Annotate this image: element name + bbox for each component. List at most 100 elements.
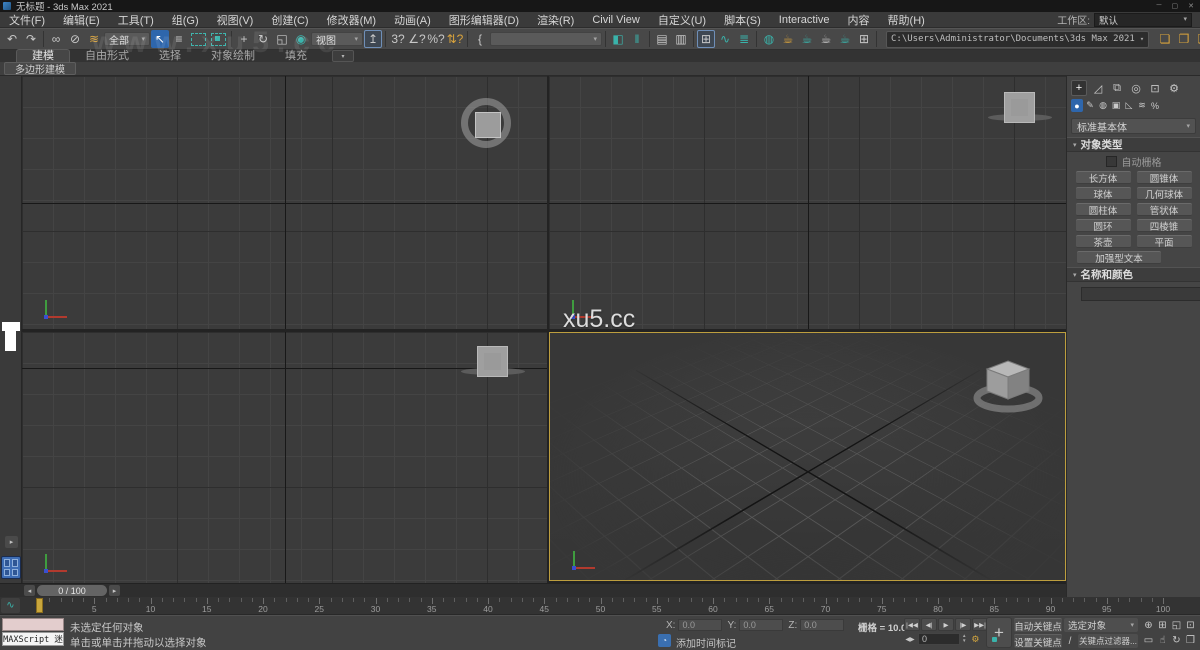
close-button[interactable]: ✕ bbox=[1188, 2, 1194, 10]
time-slider-track[interactable]: ◂ 0 / 100 ▸ bbox=[0, 583, 1066, 597]
hierarchy-tab[interactable]: ⧉ bbox=[1109, 80, 1125, 96]
layout-flyout-arrow-icon[interactable]: ▸ bbox=[5, 536, 18, 548]
macro-recorder-field[interactable] bbox=[2, 618, 64, 631]
menu-item[interactable]: 编辑(E) bbox=[54, 12, 109, 28]
next-key-button[interactable]: ▸ bbox=[109, 585, 120, 596]
zoom-all-icon[interactable]: ⊞ bbox=[1156, 618, 1169, 632]
systems-category[interactable]: % bbox=[1149, 99, 1161, 112]
viewport-layout-tab-icon[interactable] bbox=[1, 556, 21, 579]
bind-to-space-warp-icon[interactable]: ≋ bbox=[85, 30, 103, 48]
set-keys-button[interactable]: + bbox=[986, 617, 1012, 648]
primitive-button[interactable]: 几何球体 bbox=[1137, 187, 1192, 200]
layer-manager-icon[interactable]: ▤ bbox=[653, 30, 671, 48]
pan-icon[interactable]: ☝ bbox=[1156, 633, 1169, 647]
viewcube[interactable] bbox=[461, 344, 525, 388]
angle-snap-icon[interactable]: ∠? bbox=[408, 30, 426, 48]
x-coordinate-field[interactable]: 0.0 bbox=[678, 619, 722, 631]
autogrid-checkbox[interactable] bbox=[1106, 156, 1117, 167]
menu-item[interactable]: 图形编辑器(D) bbox=[440, 12, 528, 28]
display-tab[interactable]: ⊡ bbox=[1147, 80, 1163, 96]
primitive-category-dropdown[interactable]: 标准基本体 ▾ bbox=[1071, 118, 1196, 134]
object-name-input[interactable] bbox=[1081, 287, 1200, 301]
viewcube[interactable] bbox=[457, 94, 521, 158]
absolute-offset-icon[interactable] bbox=[650, 620, 664, 633]
select-and-rotate-icon[interactable]: ↻ bbox=[254, 30, 272, 48]
spinner-snap-icon[interactable]: ⇅? bbox=[446, 30, 464, 48]
percent-snap-icon[interactable]: %? bbox=[427, 30, 445, 48]
primitive-button[interactable]: 平面 bbox=[1137, 235, 1192, 248]
menu-item[interactable]: 工具(T) bbox=[109, 12, 163, 28]
set-key-button[interactable]: 设置关键点 bbox=[1014, 634, 1062, 648]
viewcube[interactable] bbox=[988, 90, 1052, 134]
ribbon-tab[interactable]: 填充 bbox=[270, 50, 322, 62]
ribbon-tab[interactable]: 对象绘制 bbox=[196, 50, 270, 62]
unlink-selection-icon[interactable]: ⊘ bbox=[66, 30, 84, 48]
minimize-button[interactable]: ─ bbox=[1157, 2, 1162, 10]
time-tag-label[interactable]: 添加时间标记 bbox=[676, 635, 736, 650]
menu-item[interactable]: 组(G) bbox=[163, 12, 208, 28]
zoom-extents-icon[interactable]: ◱ bbox=[1170, 618, 1183, 632]
maximize-button[interactable]: ▢ bbox=[1172, 2, 1179, 10]
reference-coordinate-dropdown[interactable]: 视图▾ bbox=[311, 32, 363, 46]
auto-key-button[interactable]: 自动关键点 bbox=[1014, 618, 1062, 632]
select-and-move-icon[interactable]: + bbox=[235, 30, 253, 48]
render-in-cloud-icon[interactable]: ☕ bbox=[836, 30, 854, 48]
zoom-icon[interactable]: ⊕ bbox=[1142, 618, 1155, 632]
menu-item[interactable]: Civil View bbox=[583, 14, 648, 26]
ribbon-minimize-icon[interactable]: ▾ bbox=[332, 50, 354, 62]
render-setup-icon[interactable]: ☕ bbox=[779, 30, 797, 48]
align-icon[interactable]: ‖ bbox=[628, 30, 646, 48]
mirror-icon[interactable]: ◧ bbox=[609, 30, 627, 48]
zoom-region-icon[interactable]: ▭ bbox=[1142, 633, 1155, 647]
primitive-button[interactable]: 长方体 bbox=[1076, 171, 1131, 184]
zoom-extents-all-icon[interactable]: ⊡ bbox=[1184, 618, 1197, 632]
menu-item[interactable]: 帮助(H) bbox=[879, 12, 934, 28]
menu-item[interactable]: 内容 bbox=[839, 12, 879, 28]
primitive-button[interactable]: 四棱锥 bbox=[1137, 219, 1192, 232]
helpers-category[interactable]: ◺ bbox=[1123, 99, 1135, 112]
primitive-button[interactable]: 圆柱体 bbox=[1076, 203, 1131, 216]
next-frame-button[interactable]: |▶ bbox=[955, 618, 971, 631]
frame-spinner[interactable]: ▲▼ bbox=[962, 634, 966, 644]
y-coordinate-field[interactable]: 0.0 bbox=[739, 619, 783, 631]
project-folder-field[interactable]: C:\Users\Administrator\Documents\3ds Max… bbox=[886, 31, 1149, 48]
key-tangents-icon[interactable]: / bbox=[1064, 634, 1076, 648]
toggle-scene-explorer-icon[interactable]: ⊞ bbox=[697, 30, 715, 48]
primitive-button[interactable]: 圆环 bbox=[1076, 219, 1131, 232]
go-to-start-button[interactable]: |◀◀ bbox=[904, 618, 920, 631]
geometry-category[interactable]: ● bbox=[1071, 99, 1083, 112]
motion-tab[interactable]: ◎ bbox=[1128, 80, 1144, 96]
viewport-left[interactable] bbox=[22, 332, 547, 583]
viewcube[interactable] bbox=[973, 351, 1043, 415]
selection-filter-dropdown[interactable]: 全部▾ bbox=[104, 32, 150, 46]
polygon-modeling-panel-button[interactable]: 多边形建模 bbox=[4, 62, 76, 75]
undo-icon[interactable]: ↶ bbox=[3, 30, 21, 48]
current-frame-field[interactable]: 0 bbox=[918, 633, 960, 645]
space-warps-category[interactable]: ≋ bbox=[1136, 99, 1148, 112]
menu-item[interactable]: 修改器(M) bbox=[318, 12, 386, 28]
select-and-scale-icon[interactable]: ◱ bbox=[273, 30, 291, 48]
toggle-layer-explorer-icon[interactable]: ▥ bbox=[672, 30, 690, 48]
select-and-link-icon[interactable]: ∞ bbox=[47, 30, 65, 48]
primitive-button[interactable]: 圆锥体 bbox=[1137, 171, 1192, 184]
select-and-place-icon[interactable]: ◉ bbox=[292, 30, 310, 48]
play-button[interactable]: ▶ bbox=[938, 618, 954, 631]
lights-category[interactable]: ◍ bbox=[1097, 99, 1109, 112]
project-folder-icon-3[interactable]: ❑ bbox=[1194, 30, 1200, 48]
redo-icon[interactable]: ↷ bbox=[22, 30, 40, 48]
menu-item[interactable]: 渲染(R) bbox=[528, 12, 583, 28]
rectangular-selection-region-icon[interactable] bbox=[191, 33, 206, 46]
snaps-toggle-icon[interactable]: 3? bbox=[389, 30, 407, 48]
project-folder-icon-2[interactable]: ❐ bbox=[1175, 30, 1193, 48]
ribbon-tab[interactable]: 选择 bbox=[144, 50, 196, 62]
workspace-dropdown[interactable]: 默认 ▾ bbox=[1094, 13, 1192, 27]
named-selection-sets-icon[interactable]: { bbox=[471, 30, 489, 48]
menu-item[interactable]: 脚本(S) bbox=[715, 12, 770, 28]
viewport-front[interactable] bbox=[549, 76, 1066, 329]
named-selection-sets-dropdown[interactable]: ▾ bbox=[490, 32, 602, 46]
orbit-icon[interactable]: ↻ bbox=[1170, 633, 1183, 647]
selection-lock-icon[interactable] bbox=[632, 620, 646, 633]
material-editor-icon[interactable]: ◍ bbox=[760, 30, 778, 48]
track-bar[interactable]: ∿ 05101520253035404550556065707580859095… bbox=[0, 597, 1200, 615]
menu-item[interactable]: 视图(V) bbox=[208, 12, 263, 28]
